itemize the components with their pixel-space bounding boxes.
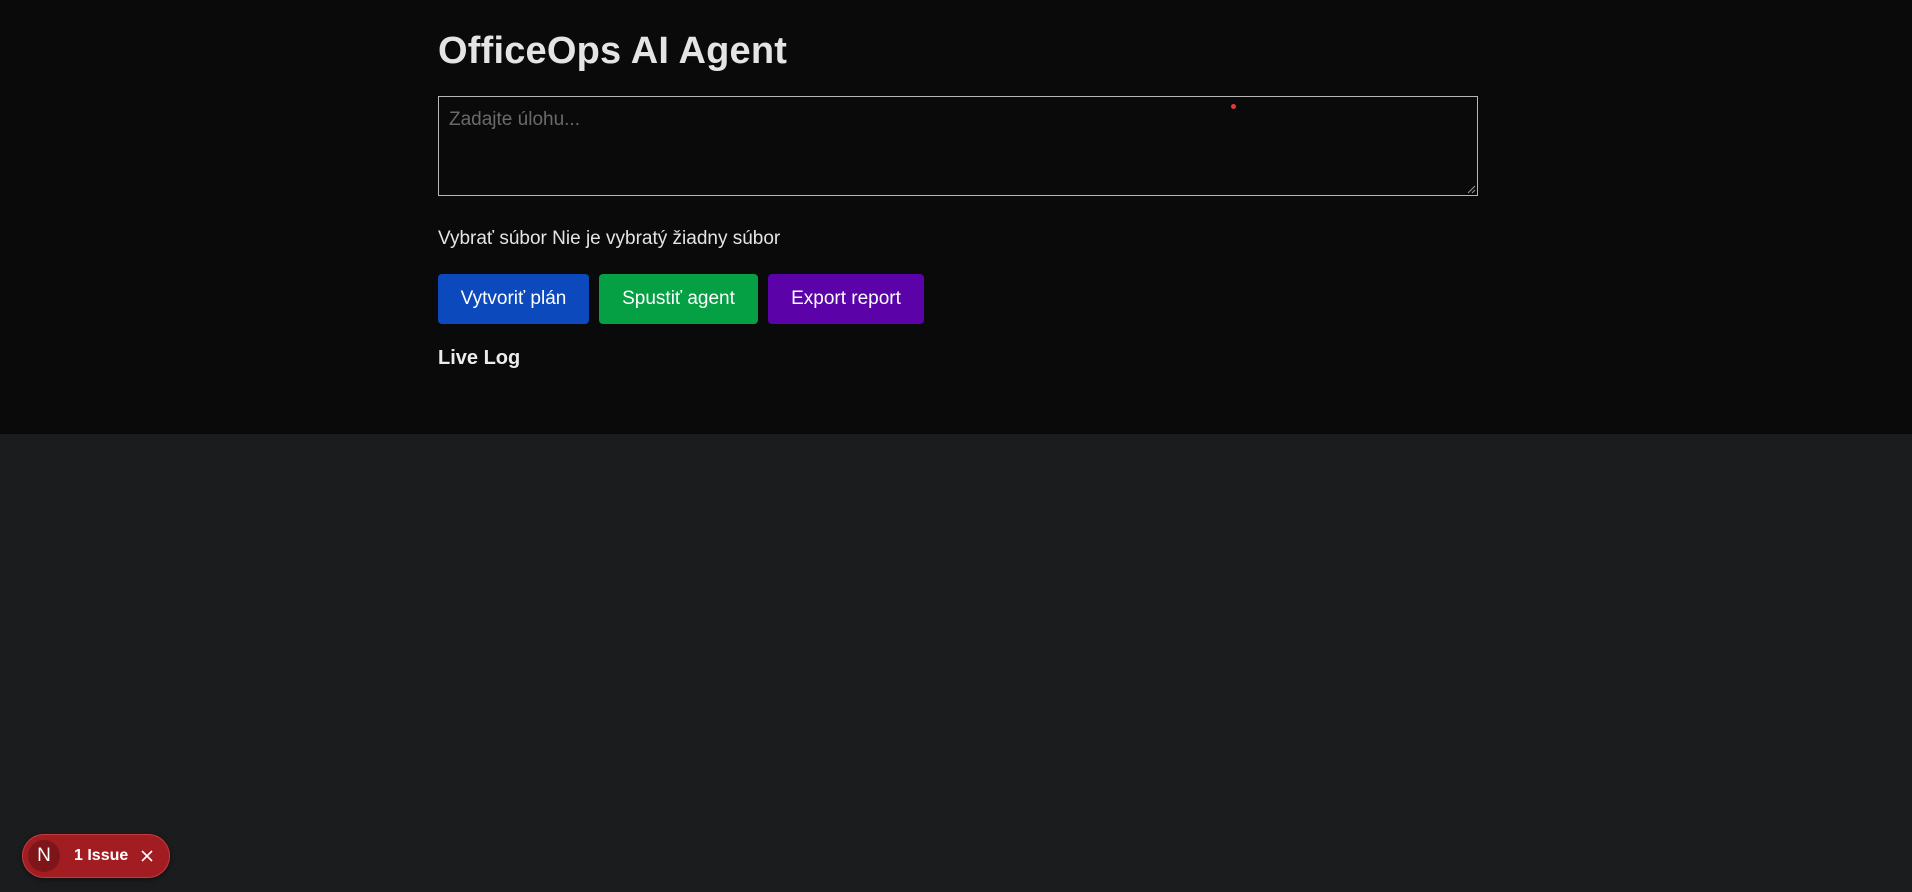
run-agent-button[interactable]: Spustiť agent <box>599 274 758 324</box>
dev-issues-badge[interactable]: N 1 Issue <box>22 834 170 878</box>
page-title: OfficeOps AI Agent <box>438 30 788 72</box>
choose-file-button[interactable]: Vybrať súbor <box>438 228 547 249</box>
action-buttons: Vytvoriť plán Spustiť agent Export repor… <box>438 274 924 324</box>
export-report-button[interactable]: Export report <box>768 274 924 324</box>
issues-count-label[interactable]: 1 Issue <box>74 847 128 865</box>
indicator-dot <box>1231 104 1236 109</box>
task-input[interactable] <box>438 96 1478 196</box>
logo-letter: N <box>37 845 51 866</box>
live-log-heading: Live Log <box>438 347 521 369</box>
resize-handle-icon[interactable] <box>1466 184 1476 194</box>
file-status: Nie je vybratý žiadny súbor <box>552 228 781 249</box>
file-picker: Vybrať súbor Nie je vybratý žiadny súbor <box>438 228 780 250</box>
nextjs-logo-icon[interactable]: N <box>28 840 60 872</box>
create-plan-button[interactable]: Vytvoriť plán <box>438 274 589 324</box>
close-icon[interactable] <box>140 849 154 863</box>
app-panel: OfficeOps AI Agent Vybrať súbor Nie je v… <box>0 0 1912 434</box>
